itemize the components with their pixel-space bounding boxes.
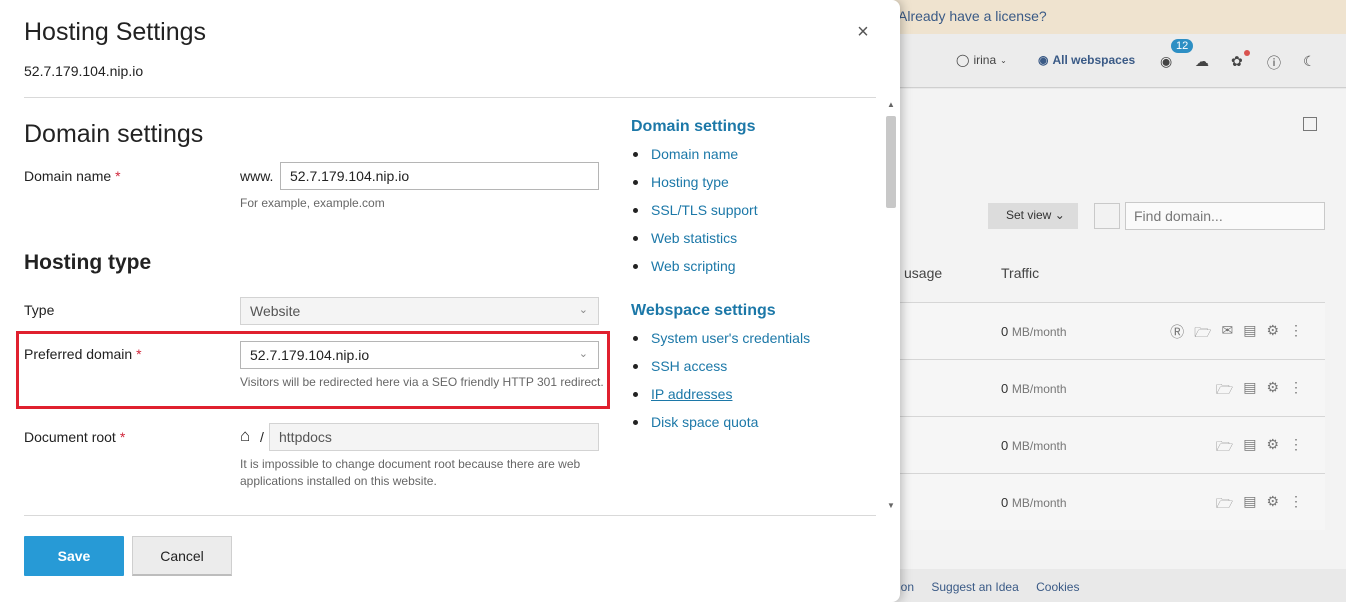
close-icon[interactable]: ×: [852, 22, 874, 44]
toc-link-ssh[interactable]: SSH access: [631, 358, 810, 386]
toc-heading-domain[interactable]: Domain settings: [631, 118, 758, 136]
toc-link-system-user[interactable]: System user's credentials: [631, 330, 810, 358]
webspace-settings-toc: Webspace settings System user's credenti…: [631, 302, 810, 442]
www-prefix: www.: [240, 168, 274, 184]
document-root-label-text: Document root: [24, 429, 116, 445]
domain-settings-toc: Domain settings Domain name Hosting type…: [631, 118, 758, 286]
home-icon: ⌂: [240, 426, 251, 445]
domain-name-hint: For example, example.com: [240, 196, 385, 210]
document-root-input: httpdocs: [269, 423, 599, 451]
toc-link-domain-name[interactable]: Domain name: [631, 146, 758, 174]
domain-name-label-text: Domain name: [24, 168, 112, 184]
domain-name-input[interactable]: 52.7.179.104.nip.io: [280, 162, 599, 190]
divider: [24, 515, 876, 516]
dialog-scrollbar[interactable]: ▲ ▼: [883, 98, 898, 515]
scrollbar-thumb[interactable]: [886, 116, 896, 208]
toc-link-text: Disk space quota: [651, 414, 759, 430]
toc-link-text: SSL/TLS support: [651, 202, 758, 218]
chevron-down-icon: ⌄: [578, 304, 588, 316]
toc-link-web-statistics[interactable]: Web statistics: [631, 230, 758, 258]
scroll-down-icon[interactable]: ▼: [887, 501, 895, 510]
toc-link-disk-quota[interactable]: Disk space quota: [631, 414, 810, 442]
domain-name-label: Domain name *: [24, 168, 121, 184]
domain-settings-heading: Domain settings: [24, 120, 204, 148]
cancel-button[interactable]: Cancel: [132, 536, 232, 576]
toc-link-ssl[interactable]: SSL/TLS support: [631, 202, 758, 230]
toc-heading-webspace[interactable]: Webspace settings: [631, 302, 810, 320]
save-button[interactable]: Save: [24, 536, 124, 576]
toc-link-text: IP addresses: [651, 386, 733, 402]
required-mark: *: [115, 168, 121, 184]
toc-link-hosting-type[interactable]: Hosting type: [631, 174, 758, 202]
required-mark: *: [119, 429, 126, 445]
toc-link-web-scripting[interactable]: Web scripting: [631, 258, 758, 286]
toc-link-ip-addresses[interactable]: IP addresses: [631, 386, 810, 414]
toc-link-text: SSH access: [651, 358, 728, 374]
toc-link-text: Hosting type: [651, 174, 729, 190]
type-label: Type: [24, 302, 55, 318]
document-root-hint: It is impossible to change document root…: [240, 457, 581, 488]
toc-link-text: Web scripting: [651, 258, 736, 274]
toc-link-text: Web statistics: [651, 230, 738, 246]
docroot-separator: /: [260, 429, 264, 445]
hosting-settings-dialog: Hosting Settings 52.7.179.104.nip.io × D…: [0, 0, 900, 602]
document-root-label: Document root *: [24, 429, 125, 445]
toc-link-text: System user's credentials: [651, 330, 811, 346]
dialog-title: Hosting Settings: [24, 18, 207, 46]
dialog-subtitle: 52.7.179.104.nip.io: [24, 63, 144, 79]
toc-link-text: Domain name: [651, 146, 739, 162]
preferred-domain-highlight: [16, 331, 610, 409]
scroll-up-icon[interactable]: ▲: [887, 100, 895, 109]
dialog-scroll-area[interactable]: Domain settings Domain name * www. 52.7.1…: [0, 98, 900, 515]
type-select: Website ⌄: [240, 297, 599, 325]
type-select-value: Website: [250, 303, 301, 319]
hosting-type-heading: Hosting type: [24, 251, 152, 274]
